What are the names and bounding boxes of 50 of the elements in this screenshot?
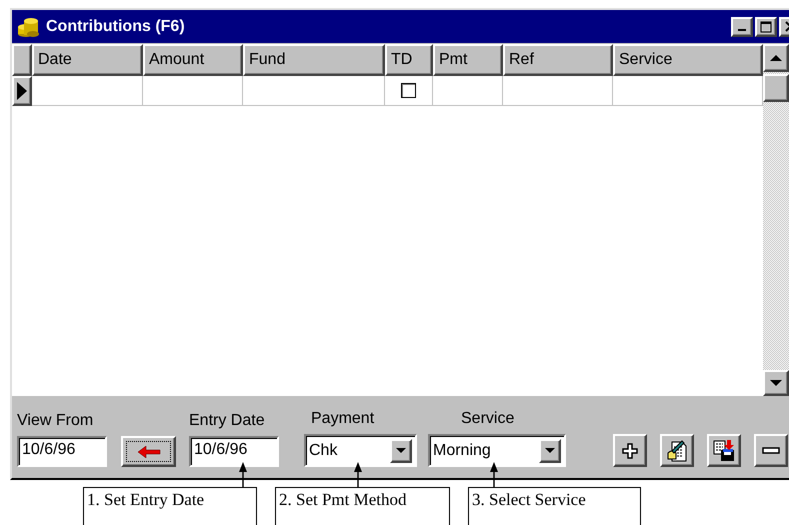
column-header[interactable]: TD <box>385 44 433 76</box>
column-header[interactable]: Ref <box>503 44 613 76</box>
maximize-icon <box>760 20 772 32</box>
edit-button[interactable] <box>660 434 694 467</box>
caret-icon <box>545 448 555 453</box>
save-button[interactable] <box>707 434 741 467</box>
coins-icon <box>16 15 40 38</box>
callout-text: 2. Set Pmt Method <box>279 490 407 509</box>
table-cell[interactable] <box>32 76 143 106</box>
column-header[interactable]: Service <box>613 44 763 76</box>
field-label: View From <box>17 412 94 431</box>
table-cell[interactable] <box>503 76 613 106</box>
current-row-icon <box>16 81 28 101</box>
field-label: Entry Date <box>189 412 266 431</box>
callout-text: 3. Select Service <box>472 490 586 509</box>
field-label: Payment <box>310 410 376 429</box>
column-header[interactable]: Fund <box>243 44 385 76</box>
column-header[interactable]: Date <box>32 44 143 76</box>
checkbox[interactable] <box>401 83 416 98</box>
table-cell[interactable] <box>143 76 243 106</box>
scroll-down-button[interactable] <box>763 370 789 396</box>
floppy-disk-icon <box>713 439 735 462</box>
table-cell[interactable] <box>243 76 385 106</box>
scroll-thumb[interactable] <box>763 74 789 102</box>
minimize-button[interactable] <box>731 16 753 36</box>
remove-button[interactable] <box>754 434 788 467</box>
minimize-icon <box>738 28 746 30</box>
callout-text: 1. Set Entry Date <box>87 490 204 509</box>
scroll-up-button[interactable] <box>763 44 789 72</box>
table-cell[interactable] <box>613 76 763 106</box>
window-title: Contributions (F6) <box>46 18 186 36</box>
column-header[interactable]: Pmt <box>433 44 503 76</box>
copy-date-button[interactable] <box>121 436 176 467</box>
up-arrow-icon <box>769 54 783 62</box>
down-arrow-icon <box>769 379 783 387</box>
dropdown[interactable]: Chk <box>304 434 417 467</box>
add-button[interactable] <box>613 434 647 467</box>
date-field[interactable]: 10/6/96 <box>189 436 279 467</box>
left-arrow-icon <box>136 446 160 458</box>
plus-icon <box>621 442 639 460</box>
document-pencil-icon <box>666 439 688 462</box>
caret-icon <box>396 448 406 453</box>
date-field[interactable]: 10/6/96 <box>17 436 107 467</box>
column-header[interactable]: Amount <box>143 44 243 76</box>
dropdown[interactable]: Morning <box>428 434 566 467</box>
table-cell[interactable] <box>433 76 503 106</box>
row-indicator[interactable] <box>12 76 32 106</box>
field-label: Service <box>460 410 516 429</box>
vertical-scrollbar[interactable] <box>763 44 789 396</box>
maximize-button[interactable] <box>755 16 777 36</box>
